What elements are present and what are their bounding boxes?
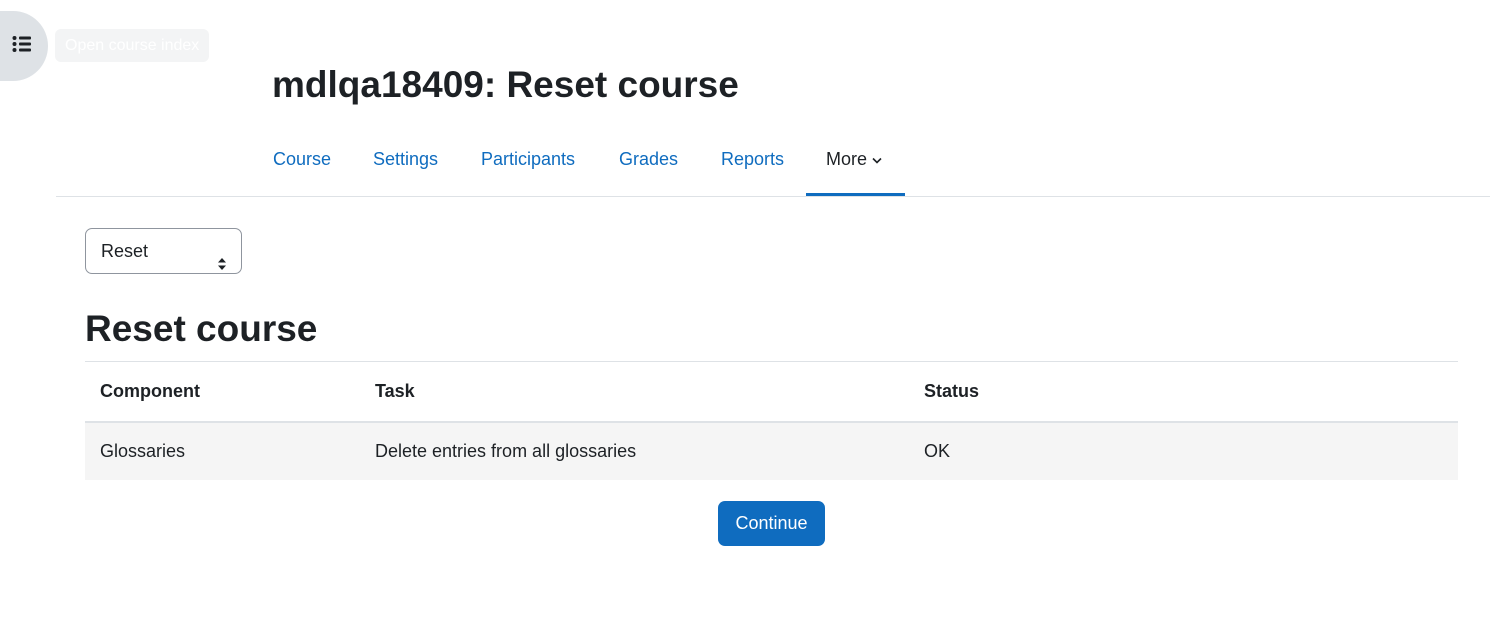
course-index-tooltip: Open course index [55,29,210,62]
continue-button[interactable]: Continue [718,501,825,546]
course-index-toggle-button[interactable] [0,11,48,81]
secondary-navigation: Course Settings Participants Grades Repo… [56,124,1490,197]
tab-more-label: More [826,149,868,169]
chevron-down-icon [872,123,882,193]
column-header-task: Task [360,361,909,423]
sort-arrows-icon [217,244,227,288]
table-row: Glossaries Delete entries from all gloss… [85,421,1458,480]
reset-results-table: Component Task Status Glossaries Delete … [85,361,1458,480]
page-title: mdlqa18409: Reset course [272,64,739,105]
tab-participants[interactable]: Participants [481,124,575,196]
column-header-status: Status [909,361,1458,423]
cell-task: Delete entries from all glossaries [360,421,909,480]
tab-settings[interactable]: Settings [373,124,438,196]
action-select-value: Reset [101,241,149,261]
tab-reports[interactable]: Reports [721,124,784,196]
action-select[interactable]: Reset [85,228,242,274]
list-icon [12,35,32,58]
cell-component: Glossaries [85,421,360,480]
column-header-component: Component [85,361,360,423]
tab-course[interactable]: Course [273,124,331,196]
table-header-row: Component Task Status [85,361,1458,423]
section-heading: Reset course [85,308,318,349]
cell-status: OK [909,421,1458,480]
tab-grades[interactable]: Grades [619,124,678,196]
tab-more[interactable]: More [806,124,905,196]
